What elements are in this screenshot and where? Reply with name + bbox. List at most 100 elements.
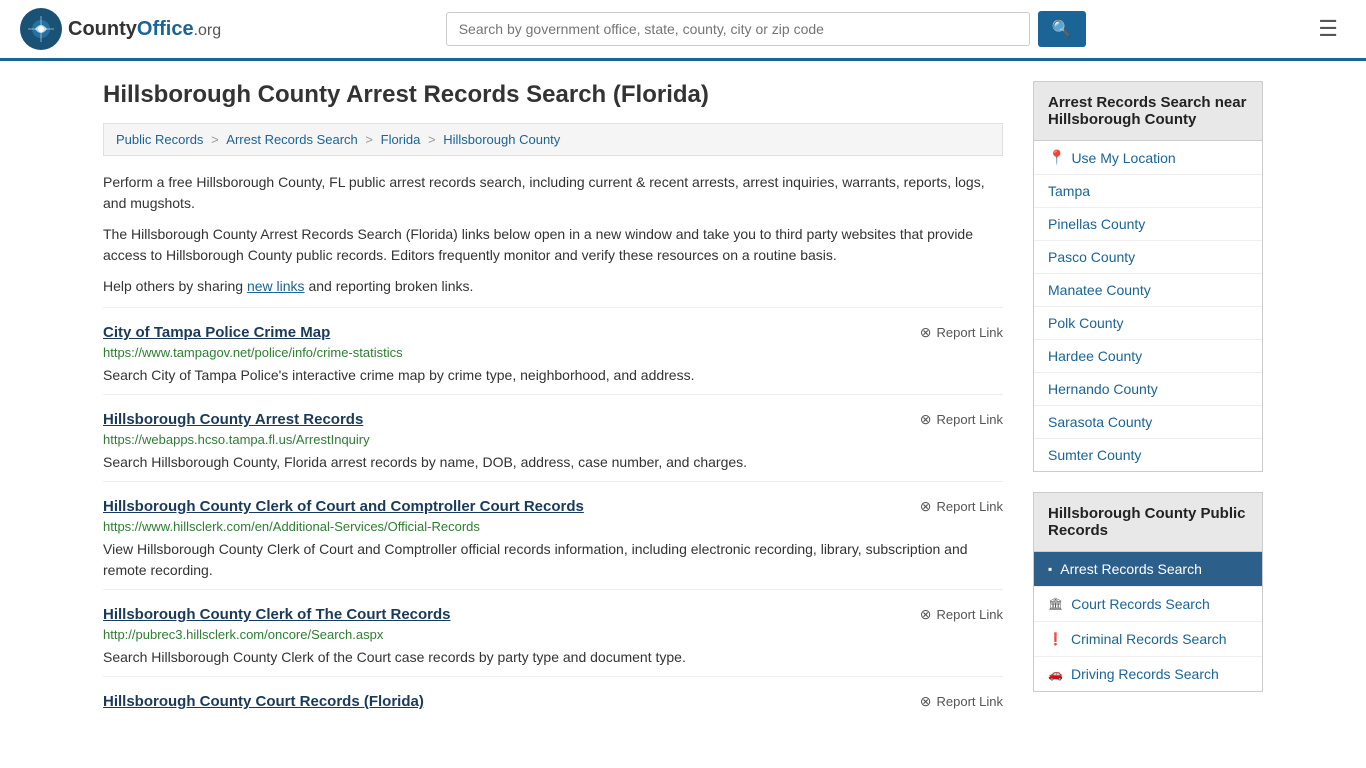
court-records-link[interactable]: Court Records Search (1071, 596, 1210, 612)
sidebar-near-list: 📍 Use My Location Tampa Pinellas County … (1033, 141, 1263, 472)
driving-records-link[interactable]: Driving Records Search (1071, 666, 1219, 682)
sidebar-near-title: Arrest Records Search near Hillsborough … (1033, 81, 1263, 141)
breadcrumb-florida[interactable]: Florida (381, 132, 421, 147)
page-title: Hillsborough County Arrest Records Searc… (103, 81, 1003, 109)
sidebar: Arrest Records Search near Hillsborough … (1033, 81, 1263, 722)
link-title-1[interactable]: City of Tampa Police Crime Map (103, 324, 330, 341)
sidebar-near-hernando[interactable]: Hernando County (1034, 373, 1262, 406)
sidebar-near-pinellas[interactable]: Pinellas County (1034, 208, 1262, 241)
sumter-link[interactable]: Sumter County (1048, 447, 1141, 463)
sidebar-near-tampa[interactable]: Tampa (1034, 175, 1262, 208)
content-area: Hillsborough County Arrest Records Searc… (103, 81, 1003, 722)
pinellas-link[interactable]: Pinellas County (1048, 216, 1145, 232)
logo-tld: .org (194, 22, 222, 39)
criminal-records-link[interactable]: Criminal Records Search (1071, 631, 1227, 647)
link-url-3[interactable]: https://www.hillsclerk.com/en/Additional… (103, 519, 1003, 534)
description-1: Perform a free Hillsborough County, FL p… (103, 172, 1003, 214)
site-header: CountyOffice.org 🔍 ☰ (0, 0, 1366, 61)
sidebar-record-driving[interactable]: 🚗 Driving Records Search (1034, 657, 1262, 691)
report-icon-1: ⊗ (920, 324, 932, 341)
link-url-1[interactable]: https://www.tampagov.net/police/info/cri… (103, 345, 1003, 360)
sidebar-near-pasco[interactable]: Pasco County (1034, 241, 1262, 274)
sidebar-near-polk[interactable]: Polk County (1034, 307, 1262, 340)
tampa-link[interactable]: Tampa (1048, 183, 1090, 199)
report-label-2: Report Link (937, 412, 1003, 427)
report-label-5: Report Link (937, 694, 1003, 709)
link-url-2[interactable]: https://webapps.hcso.tampa.fl.us/ArrestI… (103, 432, 1003, 447)
search-area: 🔍 (446, 11, 1086, 47)
sidebar-record-court[interactable]: 🏛 Court Records Search (1034, 587, 1262, 622)
sidebar-near-sumter[interactable]: Sumter County (1034, 439, 1262, 471)
report-link-btn-5[interactable]: ⊗ Report Link (920, 693, 1003, 710)
link-desc-4: Search Hillsborough County Clerk of the … (103, 647, 1003, 668)
link-desc-1: Search City of Tampa Police's interactiv… (103, 365, 1003, 386)
arrest-records-link[interactable]: Arrest Records Search (1060, 561, 1202, 577)
help-after: and reporting broken links. (305, 278, 474, 294)
sidebar-near-sarasota[interactable]: Sarasota County (1034, 406, 1262, 439)
description-2: The Hillsborough County Arrest Records S… (103, 224, 1003, 266)
use-location-link[interactable]: Use My Location (1071, 150, 1175, 166)
link-title-4[interactable]: Hillsborough County Clerk of The Court R… (103, 606, 451, 623)
link-entry-2: Hillsborough County Arrest Records ⊗ Rep… (103, 394, 1003, 481)
report-icon-4: ⊗ (920, 606, 932, 623)
report-link-btn-4[interactable]: ⊗ Report Link (920, 606, 1003, 623)
court-icon: 🏛 (1048, 597, 1063, 611)
link-entry-3: Hillsborough County Clerk of Court and C… (103, 481, 1003, 589)
logo-area[interactable]: CountyOffice.org (20, 8, 221, 50)
hardee-link[interactable]: Hardee County (1048, 348, 1142, 364)
menu-button[interactable]: ☰ (1310, 12, 1346, 46)
report-link-btn-2[interactable]: ⊗ Report Link (920, 411, 1003, 428)
sidebar-use-location[interactable]: 📍 Use My Location (1034, 141, 1262, 175)
help-text: Help others by sharing new links and rep… (103, 276, 1003, 297)
link-header-4: Hillsborough County Clerk of The Court R… (103, 606, 1003, 623)
arrest-icon: ▪ (1048, 562, 1052, 576)
link-desc-3: View Hillsborough County Clerk of Court … (103, 539, 1003, 581)
link-header-5: Hillsborough County Court Records (Flori… (103, 693, 1003, 710)
search-button[interactable]: 🔍 (1038, 11, 1086, 47)
link-url-4[interactable]: http://pubrec3.hillsclerk.com/oncore/Sea… (103, 627, 1003, 642)
report-icon-2: ⊗ (920, 411, 932, 428)
breadcrumb-sep-1: > (211, 132, 222, 147)
sidebar-record-arrest[interactable]: ▪ Arrest Records Search (1034, 552, 1262, 587)
report-label-1: Report Link (937, 325, 1003, 340)
sidebar-records-title: Hillsborough County Public Records (1033, 492, 1263, 552)
link-title-5[interactable]: Hillsborough County Court Records (Flori… (103, 693, 424, 710)
report-label-3: Report Link (937, 499, 1003, 514)
link-title-2[interactable]: Hillsborough County Arrest Records (103, 411, 363, 428)
link-entry-5: Hillsborough County Court Records (Flori… (103, 676, 1003, 722)
main-container: Hillsborough County Arrest Records Searc… (83, 61, 1283, 742)
link-entry-4: Hillsborough County Clerk of The Court R… (103, 589, 1003, 676)
pin-icon: 📍 (1048, 149, 1065, 166)
breadcrumb: Public Records > Arrest Records Search >… (103, 123, 1003, 156)
breadcrumb-sep-2: > (365, 132, 376, 147)
breadcrumb-sep-3: > (428, 132, 439, 147)
link-header-3: Hillsborough County Clerk of Court and C… (103, 498, 1003, 515)
breadcrumb-hillsborough[interactable]: Hillsborough County (443, 132, 560, 147)
link-entry-1: City of Tampa Police Crime Map ⊗ Report … (103, 307, 1003, 394)
new-links-link[interactable]: new links (247, 278, 305, 294)
criminal-icon: ❗ (1048, 632, 1063, 646)
manatee-link[interactable]: Manatee County (1048, 282, 1151, 298)
report-link-btn-3[interactable]: ⊗ Report Link (920, 498, 1003, 515)
sarasota-link[interactable]: Sarasota County (1048, 414, 1152, 430)
search-input[interactable] (446, 12, 1030, 46)
report-label-4: Report Link (937, 607, 1003, 622)
sidebar-record-criminal[interactable]: ❗ Criminal Records Search (1034, 622, 1262, 657)
breadcrumb-arrest-records[interactable]: Arrest Records Search (226, 132, 358, 147)
polk-link[interactable]: Polk County (1048, 315, 1123, 331)
driving-icon: 🚗 (1048, 667, 1063, 681)
sidebar-records-list: ▪ Arrest Records Search 🏛 Court Records … (1033, 552, 1263, 692)
hernando-link[interactable]: Hernando County (1048, 381, 1158, 397)
report-icon-3: ⊗ (920, 498, 932, 515)
report-icon-5: ⊗ (920, 693, 932, 710)
logo-icon (20, 8, 62, 50)
sidebar-near-hardee[interactable]: Hardee County (1034, 340, 1262, 373)
breadcrumb-public-records[interactable]: Public Records (116, 132, 203, 147)
report-link-btn-1[interactable]: ⊗ Report Link (920, 324, 1003, 341)
link-header-1: City of Tampa Police Crime Map ⊗ Report … (103, 324, 1003, 341)
link-title-3[interactable]: Hillsborough County Clerk of Court and C… (103, 498, 584, 515)
link-header-2: Hillsborough County Arrest Records ⊗ Rep… (103, 411, 1003, 428)
help-before: Help others by sharing (103, 278, 247, 294)
sidebar-near-manatee[interactable]: Manatee County (1034, 274, 1262, 307)
pasco-link[interactable]: Pasco County (1048, 249, 1135, 265)
